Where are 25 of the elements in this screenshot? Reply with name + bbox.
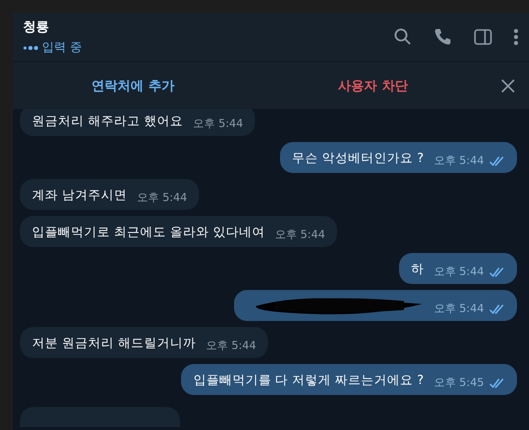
message-text: 저분 원금처리 해드릴거니까: [32, 334, 196, 352]
message-text: 하: [410, 260, 424, 278]
more-icon[interactable]: [513, 27, 519, 47]
message-time: 오후 5:45: [434, 375, 484, 390]
message-time: 오후 5:44: [192, 116, 244, 131]
message-text: 입플빼먹기를 다 저렇게 짜르는거에요 ?: [193, 371, 424, 389]
message-time: 오후 5:44: [136, 190, 188, 205]
typing-icon: [23, 44, 39, 50]
message-time: 오후 5:44: [274, 227, 326, 242]
typing-status: 입력 중: [42, 39, 82, 56]
message-time: 오후 5:44: [434, 153, 484, 168]
message-text: 입플빼먹기로 최근에도 올라와 있다네여: [32, 223, 265, 241]
chat-title: 청룡: [23, 19, 50, 36]
message-time: 오후 5:44: [434, 301, 484, 316]
block-user-button[interactable]: 사용자 차단: [253, 72, 493, 98]
message-time: 오후 5:44: [206, 338, 256, 353]
message-time: 오후 5:44: [434, 264, 484, 279]
message-text: 원금처리 해주라고 했어요: [32, 112, 183, 130]
close-icon[interactable]: [501, 78, 515, 92]
search-icon[interactable]: [393, 27, 413, 47]
add-contact-button[interactable]: 연락처에 추가: [13, 72, 253, 98]
sidebar-icon[interactable]: [473, 27, 493, 47]
phone-icon[interactable]: [433, 27, 453, 47]
message-text: 무슨 악성베터인가요 ?: [292, 149, 424, 167]
message-text: 계좌 남겨주시면: [32, 186, 127, 204]
